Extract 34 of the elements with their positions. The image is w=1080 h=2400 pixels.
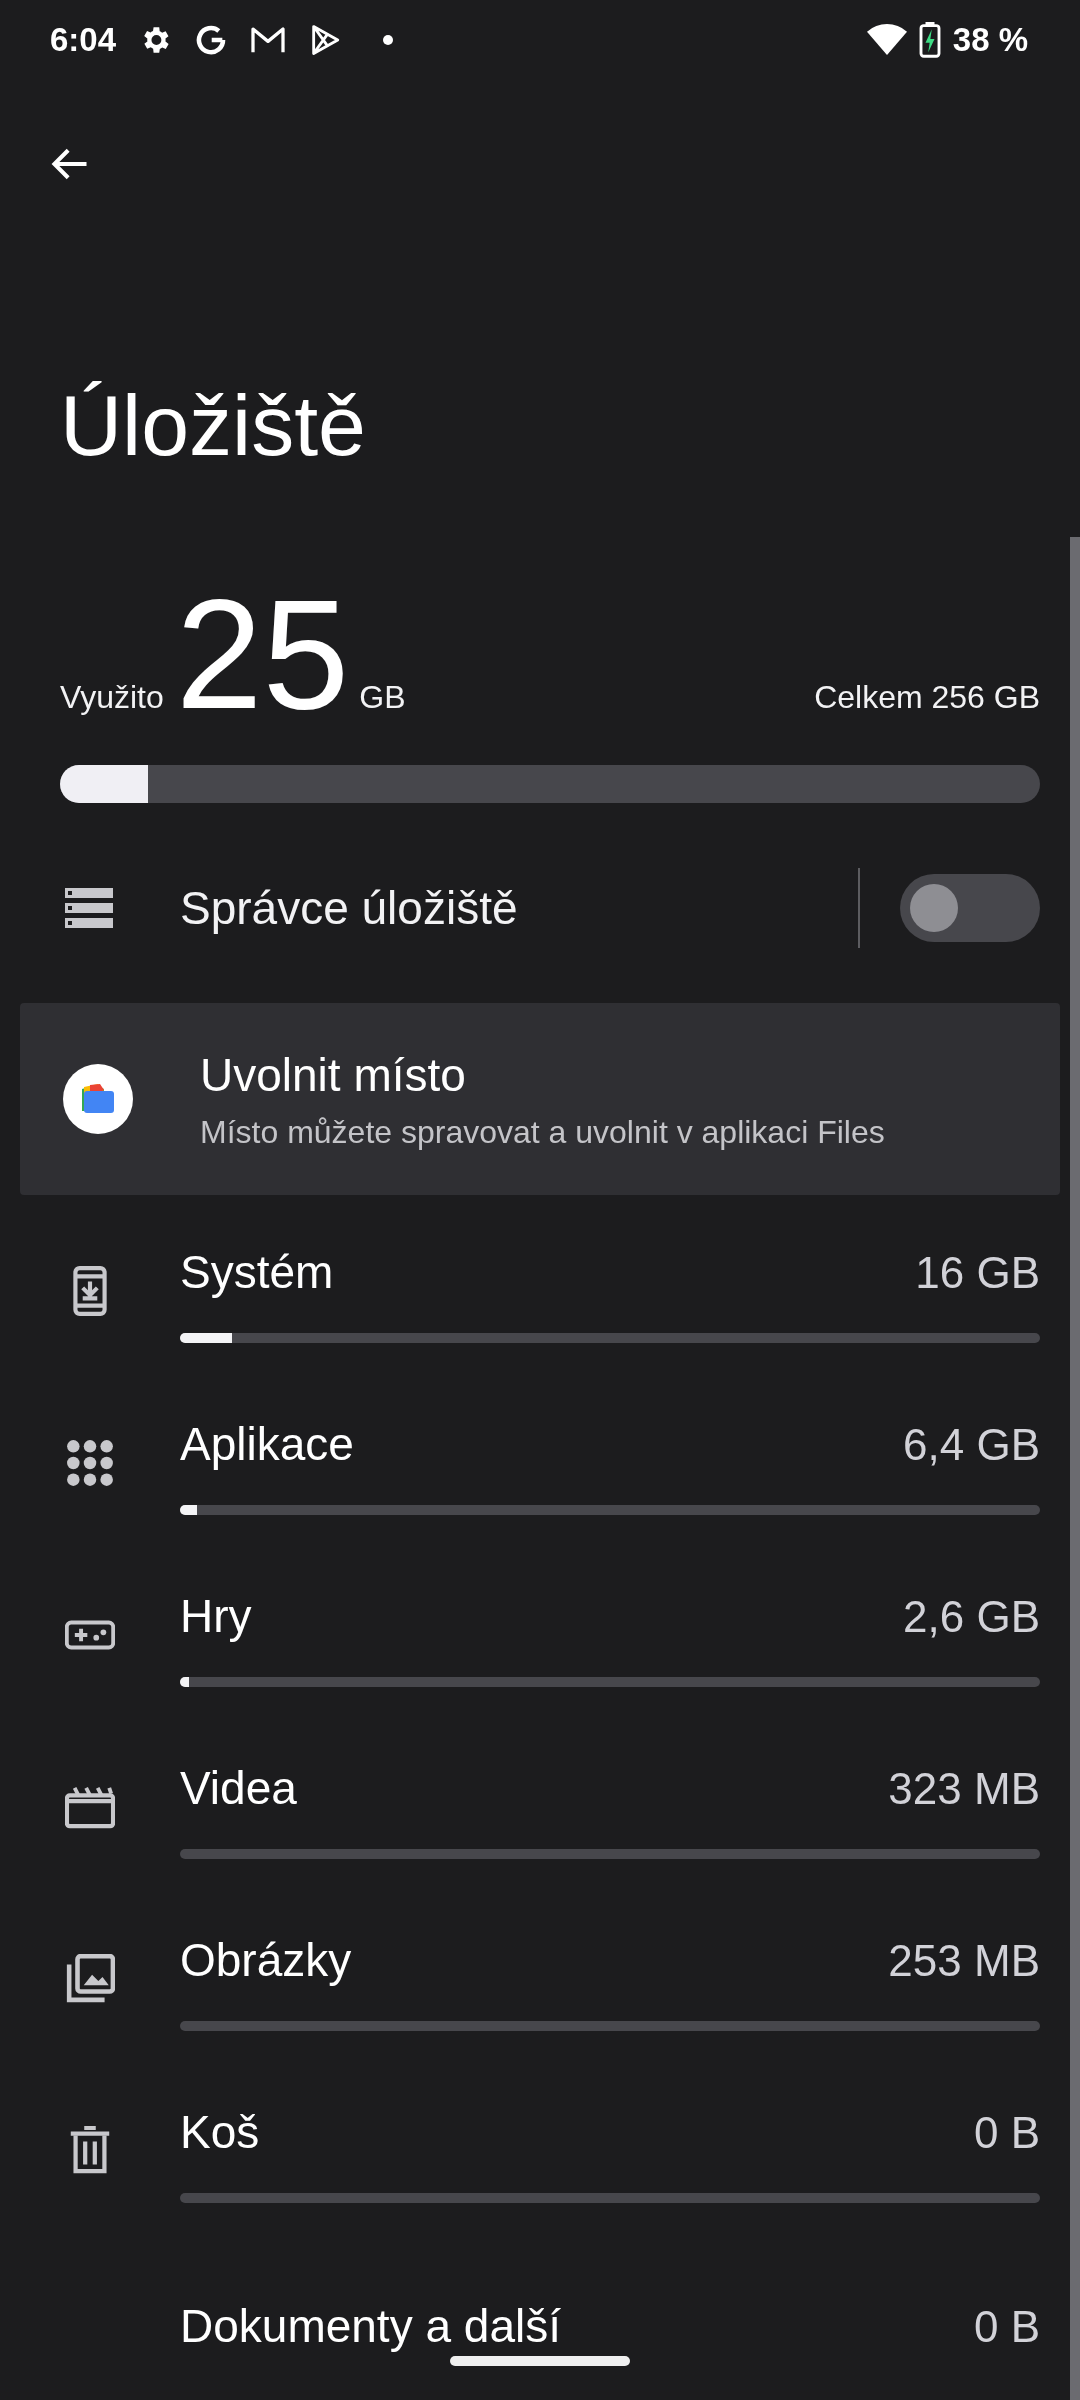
category-size: 2,6 GB: [903, 1592, 1040, 1642]
wifi-icon: [866, 23, 907, 57]
used-amount: 25: [175, 579, 350, 729]
category-size: 0 B: [973, 2108, 1040, 2158]
category-name[interactable]: Koš: [180, 2105, 260, 2159]
battery-percent: 38 %: [952, 21, 1028, 59]
category-size: 0 B: [973, 2302, 1040, 2352]
total-capacity: Celkem 256 GB: [814, 679, 1040, 716]
free-up-subtitle: Místo můžete spravovat a uvolnit v aplikaci Files: [200, 1113, 885, 1151]
category-size: 6,4 GB: [903, 1420, 1040, 1470]
free-up-card[interactable]: Uvolnit místo Místo můžete spravovat a uvolnit v aplikaci Files: [20, 1003, 1060, 1195]
battery-icon: [918, 22, 941, 58]
files-app-icon: [62, 1063, 134, 1135]
gesture-handle[interactable]: [450, 2356, 630, 2366]
storage-list-icon: [65, 886, 113, 930]
used-unit: GB: [359, 679, 406, 716]
image-stack-icon: [65, 1954, 115, 2004]
free-up-title: Uvolnit místo: [200, 1047, 467, 1102]
category-name[interactable]: Systém: [180, 1245, 334, 1299]
app-grid-icon: [65, 1438, 115, 1488]
used-label: Využito: [60, 679, 164, 716]
category-name[interactable]: Dokumenty a další: [180, 2299, 561, 2353]
category-name[interactable]: Hry: [180, 1589, 252, 1643]
clock-time: 6:04: [50, 21, 117, 59]
dot-icon: [382, 34, 395, 46]
page-title: Úložiště: [60, 376, 367, 475]
category-size: 323 MB: [888, 1764, 1040, 1814]
category-size: 16 GB: [915, 1248, 1040, 1298]
storage-manager-label: Správce úložiště: [180, 881, 519, 935]
category-name[interactable]: Aplikace: [180, 1417, 354, 1471]
category-name[interactable]: Obrázky: [180, 1933, 352, 1987]
category-size: 253 MB: [888, 1936, 1040, 1986]
category-name[interactable]: Videa: [180, 1761, 297, 1815]
m-icon: [250, 25, 287, 55]
